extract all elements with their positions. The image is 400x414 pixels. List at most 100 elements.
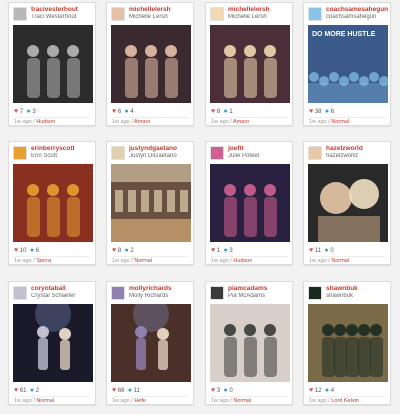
username-link[interactable]: hazelzworld	[326, 145, 388, 152]
stats: ♥ 10 ● 6	[14, 247, 39, 254]
comment-icon[interactable]: ●	[27, 108, 31, 115]
avatar[interactable]	[308, 286, 322, 300]
photo-card[interactable]: erinberryscott Erin Scott ♥ 10 ● 6 1w ag…	[8, 141, 96, 265]
comments-count: 6	[35, 248, 40, 254]
photo-image[interactable]	[13, 304, 93, 382]
avatar[interactable]	[210, 286, 224, 300]
photo[interactable]	[111, 164, 191, 242]
avatar[interactable]	[111, 146, 125, 160]
heart-icon[interactable]: ♥	[14, 387, 18, 394]
heart-icon[interactable]: ♥	[309, 387, 313, 394]
comment-icon[interactable]: ●	[30, 387, 34, 394]
username-link[interactable]: joefit	[228, 145, 290, 152]
filter-link[interactable]: Amaro	[134, 119, 150, 125]
username-link[interactable]: mollyrichards	[129, 285, 191, 292]
avatar[interactable]	[111, 7, 125, 21]
avatar[interactable]	[13, 146, 27, 160]
filter-link[interactable]: Hudson	[36, 119, 55, 125]
post-meta: 1w ago / Hudson	[211, 258, 253, 264]
photo-card[interactable]: coachsamesahegun coachsamsahegun DO MORE…	[303, 2, 391, 126]
avatar[interactable]	[210, 146, 224, 160]
username-link[interactable]: shawnbuk	[326, 285, 388, 292]
photo-card[interactable]: joefit Julie Poteet ♥ 1 ● 3 1w ago / Hud…	[205, 141, 293, 265]
photo-card[interactable]: shawnbuk shawnbuk ♥ 12 ● 4 1w ago / Lord…	[303, 281, 391, 405]
username-link[interactable]: coryotaball	[31, 285, 93, 292]
photo-image[interactable]	[111, 25, 191, 103]
heart-icon[interactable]: ♥	[211, 247, 215, 254]
photo-card[interactable]: michellelersh Michelle Lersh ♥ 6 ● 4 1w …	[106, 2, 194, 126]
heart-icon[interactable]: ♥	[14, 108, 18, 115]
comment-icon[interactable]: ●	[224, 108, 228, 115]
heart-icon[interactable]: ♥	[14, 247, 18, 254]
heart-icon[interactable]: ♥	[112, 387, 116, 394]
photo-card[interactable]: michellelersh Michelle Lersh ♥ 8 ● 1 1w …	[205, 2, 293, 126]
photo[interactable]	[210, 304, 290, 382]
photo[interactable]	[308, 304, 388, 382]
photo-image[interactable]	[111, 304, 191, 382]
photo-card[interactable]: piamcadams Pia McAdams ♥ 3 ● 0 1w ago / …	[205, 281, 293, 405]
comment-icon[interactable]: ●	[224, 247, 228, 254]
username-link[interactable]: michellelersh	[129, 6, 191, 13]
avatar[interactable]	[13, 286, 27, 300]
photo-image[interactable]	[111, 164, 191, 242]
filter-link[interactable]: Normal	[331, 119, 349, 125]
filter-link[interactable]: Lord Kelvin	[331, 398, 359, 404]
heart-icon[interactable]: ♥	[309, 108, 313, 115]
comment-icon[interactable]: ●	[128, 387, 132, 394]
filter-link[interactable]: Normal	[134, 258, 152, 264]
photo[interactable]	[111, 25, 191, 103]
comment-icon[interactable]: ●	[325, 387, 329, 394]
photo[interactable]	[210, 25, 290, 103]
photo-card[interactable]: coryotaball Crystal Schaefer ♥ 61 ● 2 1w…	[8, 281, 96, 405]
avatar[interactable]	[111, 286, 125, 300]
comment-icon[interactable]: ●	[125, 108, 129, 115]
photo[interactable]	[308, 164, 388, 242]
photo[interactable]	[210, 164, 290, 242]
photo-image[interactable]	[13, 164, 93, 242]
photo-image[interactable]	[210, 304, 290, 382]
avatar[interactable]	[13, 7, 27, 21]
comment-icon[interactable]: ●	[125, 247, 129, 254]
username-link[interactable]: coachsamesahegun	[326, 6, 388, 13]
username-link[interactable]: piamcadams	[228, 285, 290, 292]
photo[interactable]	[13, 25, 93, 103]
username-link[interactable]: erinberryscott	[31, 145, 93, 152]
filter-link[interactable]: Hudson	[233, 258, 252, 264]
filter-link[interactable]: Sierra	[36, 258, 51, 264]
avatar[interactable]	[308, 7, 322, 21]
photo[interactable]: DO MORE HUSTLE	[308, 25, 388, 103]
photo-card[interactable]: justyndgaetano Justyn DiGaetano ♥ 8 ● 2 …	[106, 141, 194, 265]
photo-image[interactable]	[308, 304, 388, 382]
comment-icon[interactable]: ●	[325, 108, 329, 115]
avatar[interactable]	[308, 146, 322, 160]
comment-icon[interactable]: ●	[324, 247, 328, 254]
photo[interactable]	[13, 164, 93, 242]
photo-card[interactable]: hazelzworld hazelzworld ♥ 11 ● 0 1w ago …	[303, 141, 391, 265]
comment-icon[interactable]: ●	[30, 247, 34, 254]
photo-card[interactable]: tracivesterhout Traci Westerhout ♥ 7 ● 3…	[8, 2, 96, 126]
username-link[interactable]: michellelersh	[228, 6, 290, 13]
filter-link[interactable]: Normal	[36, 398, 54, 404]
photo-image[interactable]	[308, 164, 388, 242]
username-link[interactable]: tracivesterhout	[31, 6, 93, 13]
heart-icon[interactable]: ♥	[112, 247, 116, 254]
filter-link[interactable]: Normal	[233, 398, 251, 404]
photo[interactable]	[111, 304, 191, 382]
username-link[interactable]: justyndgaetano	[129, 145, 191, 152]
filter-link[interactable]: Normal	[331, 258, 349, 264]
heart-icon[interactable]: ♥	[309, 247, 313, 254]
filter-link[interactable]: Amaro	[233, 119, 249, 125]
photo[interactable]	[13, 304, 93, 382]
filter-link[interactable]: Hefe	[134, 398, 146, 404]
photo-image[interactable]: DO MORE HUSTLE	[308, 25, 388, 103]
photo-image[interactable]	[210, 164, 290, 242]
heart-icon[interactable]: ♥	[112, 108, 116, 115]
heart-icon[interactable]: ♥	[211, 387, 215, 394]
avatar[interactable]	[210, 7, 224, 21]
comment-icon[interactable]: ●	[224, 387, 228, 394]
photo-image[interactable]	[13, 25, 93, 103]
photo-image[interactable]	[210, 25, 290, 103]
stats: ♥ 61 ● 2	[14, 387, 39, 394]
photo-card[interactable]: mollyrichards Molly Richards ♥ 66 ● 11 1…	[106, 281, 194, 405]
heart-icon[interactable]: ♥	[211, 108, 215, 115]
